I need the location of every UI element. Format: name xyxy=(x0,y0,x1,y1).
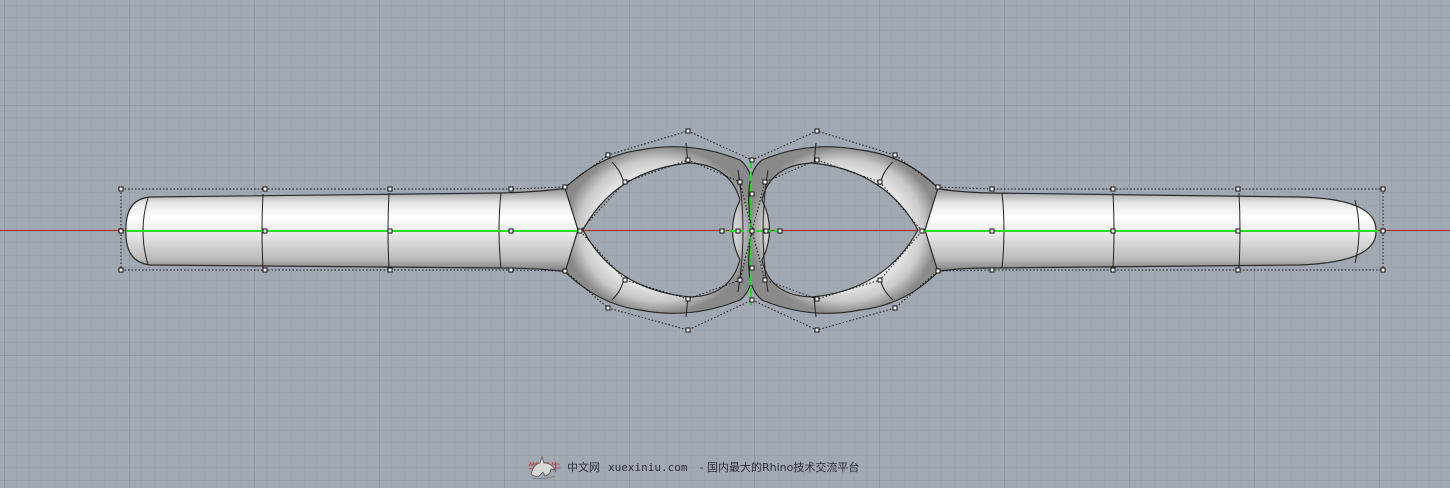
watermark-url: xuexiniu.com xyxy=(608,460,688,474)
watermark-site: 中文网 xyxy=(567,461,600,474)
viewport-canvas[interactable] xyxy=(0,0,1450,488)
watermark: 学犀牛中文网 xuexiniu.com - 国内最大的Rhino技术交流平台 xyxy=(528,454,859,480)
watermark-tagline: - 国内最大的Rhino技术交流平台 xyxy=(699,461,860,474)
rhino-viewport[interactable]: 学犀牛中文网 xuexiniu.com - 国内最大的Rhino技术交流平台 xyxy=(0,0,1450,488)
rhino-logo-icon xyxy=(530,455,556,480)
